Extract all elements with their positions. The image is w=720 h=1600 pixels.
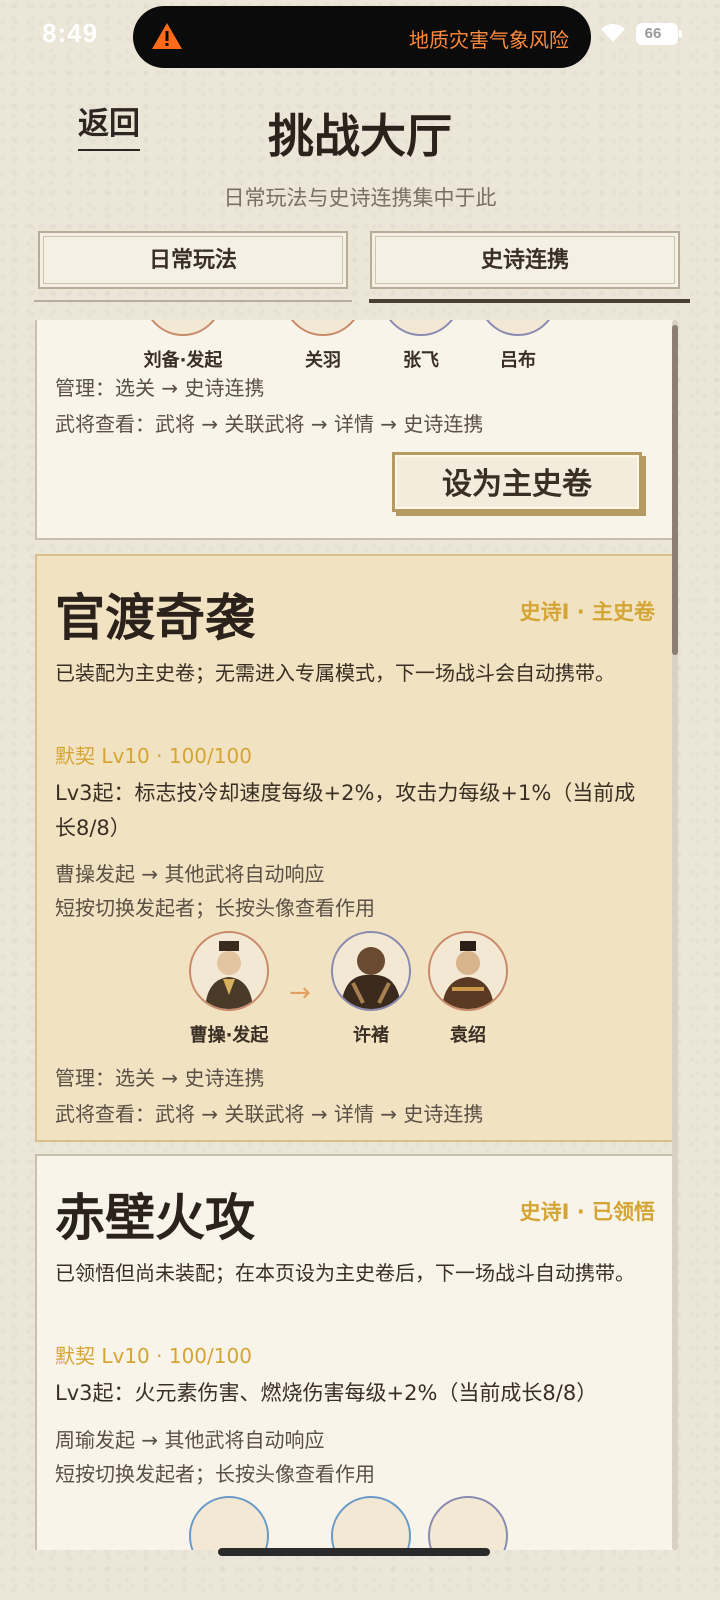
trigger-text: 曹操发起 → 其他武将自动响应: [55, 862, 325, 886]
avatar[interactable]: [331, 1496, 411, 1550]
portrait-icon: [341, 947, 401, 1009]
battery-level: 66: [644, 25, 662, 42]
bonus-text: Lv3起：标志技冷却速度每级+2%，攻击力每级+1%（当前成长8/8）: [55, 781, 636, 840]
epic-title: 赤壁火攻: [55, 1189, 255, 1247]
warning-icon: [152, 23, 182, 49]
dynamic-island-alert[interactable]: 地质灾害气象风险: [133, 6, 591, 68]
manage-path: 管理：选关 → 史诗连携: [55, 376, 265, 400]
epic-list[interactable]: 刘备·发起 关羽 张飞 吕布 管理：选关 → 史诗连携 武将查看：武将 → 关联…: [35, 320, 682, 1550]
portrait-icon: [442, 941, 494, 1009]
tab-epic-link[interactable]: 史诗连携: [370, 231, 680, 289]
general-avatar-slot[interactable]: [426, 1496, 510, 1550]
avatar[interactable]: [428, 1496, 508, 1550]
tab-selected-indicator: [369, 299, 690, 303]
battery-icon: 66: [636, 23, 682, 45]
page-subtitle: 日常玩法与史诗连携集中于此: [223, 186, 497, 210]
set-main-scroll-button[interactable]: 设为主史卷: [392, 452, 642, 512]
epic-card[interactable]: 赤壁火攻 史诗I · 已领悟 已领悟但尚未装配；在本页设为主史卷后，下一场战斗自…: [35, 1154, 675, 1550]
general-avatar-slot[interactable]: 张飞: [379, 320, 463, 372]
epic-description: 已装配为主史卷；无需进入专属模式，下一场战斗会自动携带。: [55, 661, 615, 685]
trigger-text: 周瑜发起 → 其他武将自动响应: [55, 1428, 325, 1452]
bonus-text: Lv3起：火元素伤害、燃烧伤害每级+2%（当前成长8/8）: [55, 1381, 598, 1405]
general-avatar-slot[interactable]: [187, 1496, 271, 1550]
hint-text: 短按切换发起者；长按头像查看作用: [55, 1462, 375, 1486]
bond-level: 默契 Lv10 · 100/100: [55, 744, 252, 768]
page-title: 挑战大厅: [268, 109, 452, 163]
bond-level: 默契 Lv10 · 100/100: [55, 1344, 252, 1368]
epic-title: 官渡奇袭: [55, 589, 255, 647]
view-path: 武将查看：武将 → 关联武将 → 详情 → 史诗连携: [55, 412, 484, 436]
general-avatar-slot[interactable]: [329, 1496, 413, 1550]
status-time: 8:49: [42, 18, 99, 48]
avatar[interactable]: [189, 931, 269, 1011]
avatar[interactable]: [143, 320, 223, 336]
hint-text: 短按切换发起者；长按头像查看作用: [55, 896, 375, 920]
alert-text: 地质灾害气象风险: [409, 28, 569, 52]
manage-path: 管理：选关 → 史诗连携: [55, 1066, 265, 1090]
avatar-label: 关羽: [305, 350, 341, 371]
epic-card-active[interactable]: 官渡奇袭 史诗I · 主史卷 已装配为主史卷；无需进入专属模式，下一场战斗会自动…: [35, 554, 675, 1142]
general-avatar-slot[interactable]: 关羽: [281, 320, 365, 372]
epic-tag: 史诗I · 已领悟: [519, 1200, 655, 1224]
tab-daily-play[interactable]: 日常玩法: [38, 231, 348, 289]
avatar[interactable]: [478, 320, 558, 336]
home-indicator[interactable]: [218, 1548, 490, 1556]
avatar-label: 吕布: [500, 350, 536, 371]
avatar[interactable]: [428, 931, 508, 1011]
portrait-icon: [205, 941, 253, 1009]
avatar-label: 许褚: [353, 1025, 389, 1046]
avatar-label: 张飞: [403, 350, 439, 371]
wifi-icon: [601, 24, 625, 42]
general-avatar-slot[interactable]: 许褚: [329, 931, 413, 1047]
avatar[interactable]: [381, 320, 461, 336]
general-avatar-slot[interactable]: 刘备·发起: [141, 320, 225, 372]
view-path: 武将查看：武将 → 关联武将 → 详情 → 史诗连携: [55, 1102, 484, 1126]
avatar[interactable]: [189, 1496, 269, 1550]
general-avatar-slot[interactable]: 吕布: [476, 320, 560, 372]
general-avatar-slot[interactable]: 袁绍: [426, 931, 510, 1047]
general-avatar-slot[interactable]: 曹操·发起: [187, 931, 271, 1047]
avatar-label: 袁绍: [450, 1025, 486, 1046]
tab-divider: [34, 300, 352, 302]
scrollbar-thumb[interactable]: [672, 325, 678, 655]
epic-card[interactable]: 刘备·发起 关羽 张飞 吕布 管理：选关 → 史诗连携 武将查看：武将 → 关联…: [35, 320, 675, 540]
epic-tag: 史诗I · 主史卷: [519, 600, 655, 624]
arrow-icon: →: [289, 978, 311, 1008]
epic-description: 已领悟但尚未装配；在本页设为主史卷后，下一场战斗自动携带。: [55, 1261, 635, 1285]
avatar-label: 曹操·发起: [189, 1025, 269, 1046]
avatar[interactable]: [283, 320, 363, 336]
avatar-label: 刘备·发起: [143, 350, 223, 371]
avatar[interactable]: [331, 931, 411, 1011]
